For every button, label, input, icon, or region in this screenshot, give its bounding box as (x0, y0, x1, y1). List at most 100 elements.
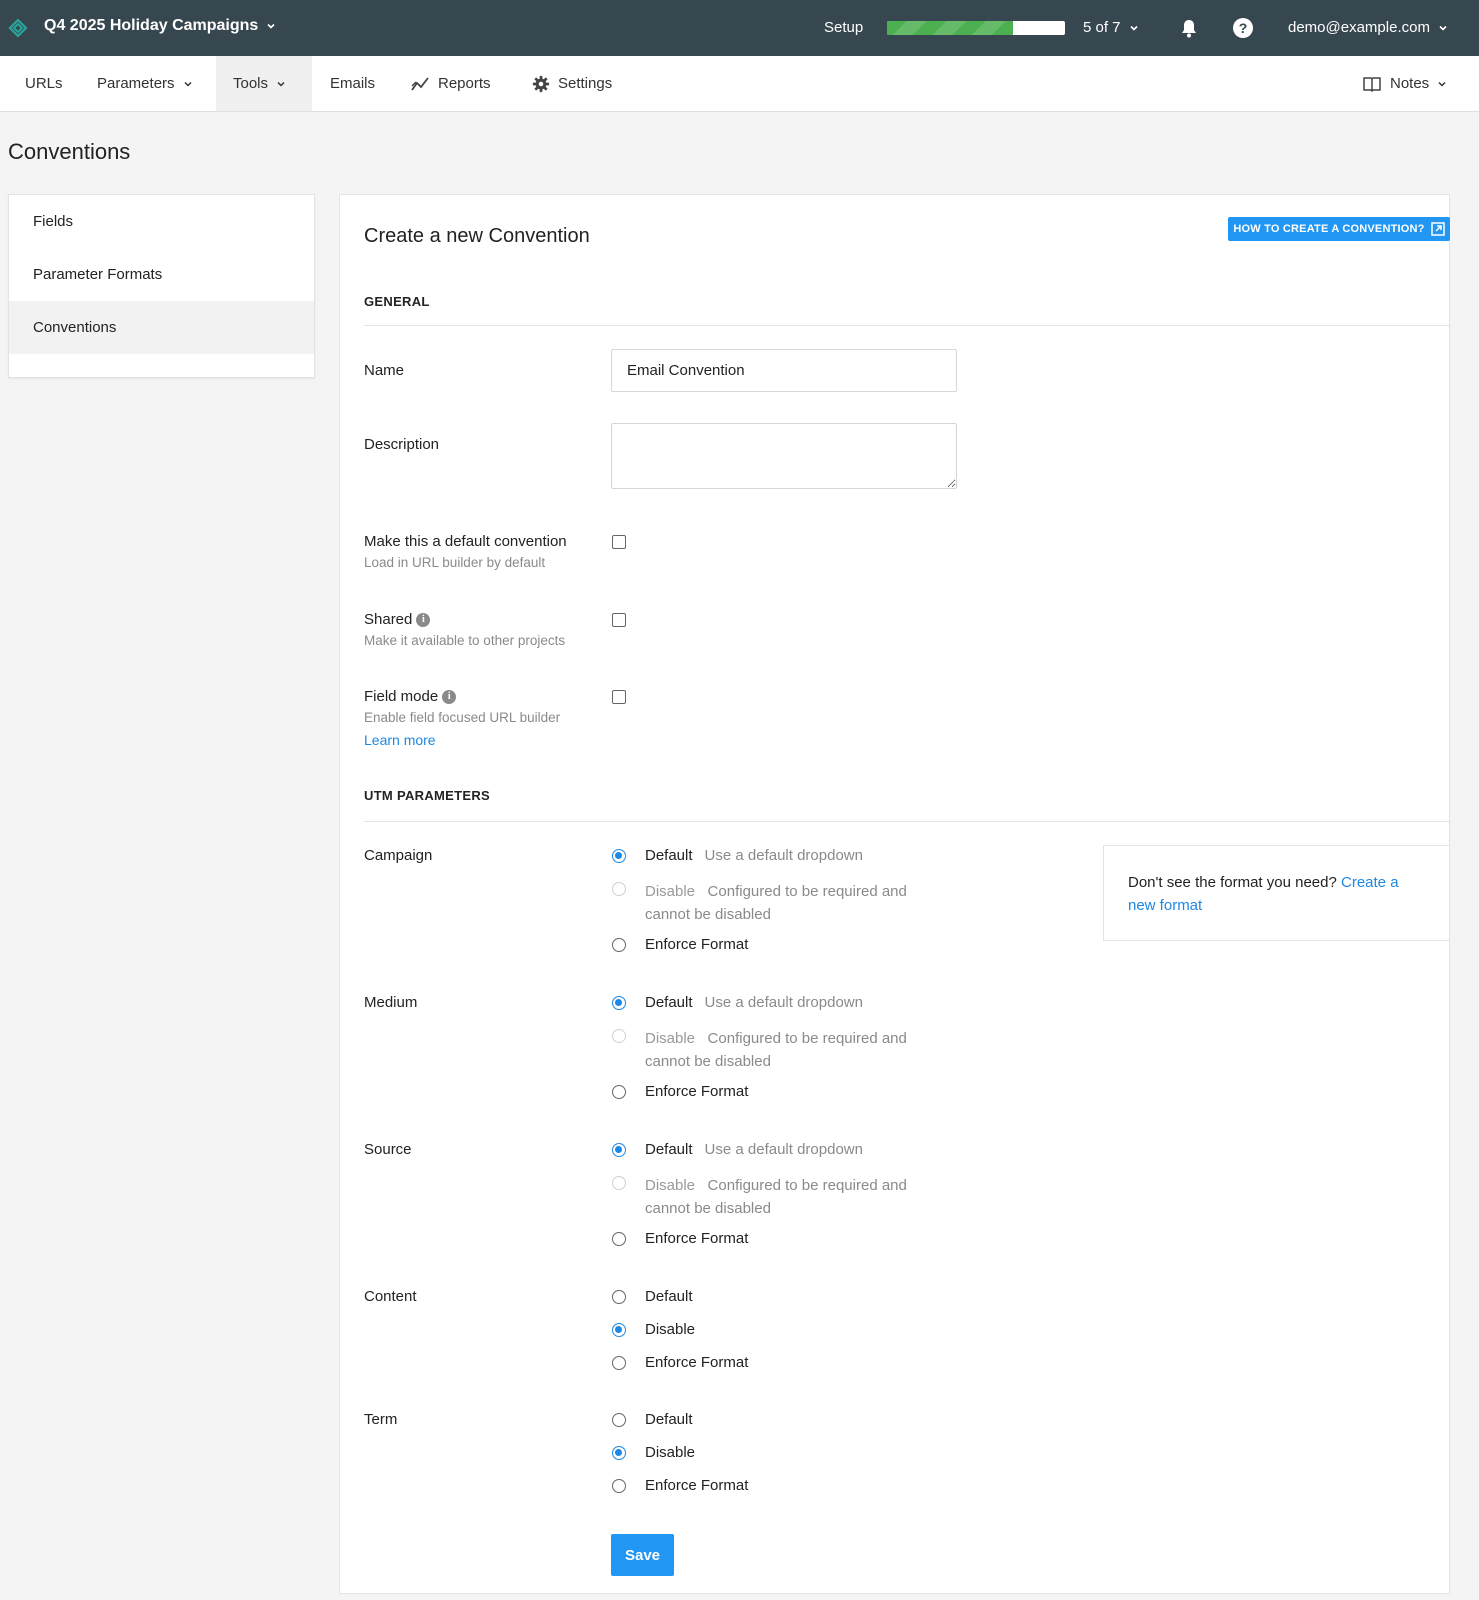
shared-label-row: Shared i (364, 611, 431, 628)
nav-item-urls[interactable]: URLs (8, 56, 80, 111)
utm-term-default-radio[interactable] (612, 1413, 626, 1427)
field-mode-label-row: Field mode i (364, 688, 457, 705)
sidebar-item-label: Parameter Formats (33, 266, 163, 283)
project-name: Q4 2025 Holiday Campaigns (44, 17, 259, 34)
field-mode-sublabel: Enable field focused URL builder (364, 710, 561, 725)
setup-steps-text: 5 of 7 (1083, 19, 1121, 36)
utm-campaign-enforce-radio[interactable] (612, 938, 626, 952)
radio-option-label-row: Default (645, 1411, 693, 1428)
default-convention-sublabel: Load in URL builder by default (364, 555, 546, 570)
option-label: Disable (645, 1030, 696, 1047)
utm-param-label: Source (364, 1141, 412, 1158)
utm-term-enforce-radio[interactable] (612, 1479, 626, 1493)
form-title: Create a new Convention (364, 225, 590, 247)
app-logo-icon[interactable] (8, 18, 28, 38)
utm-campaign-default-radio[interactable] (612, 849, 626, 863)
utm-medium-default-radio[interactable] (612, 996, 626, 1010)
option-hint: Use a default dropdown (704, 1141, 863, 1158)
option-label: Enforce Format (645, 1477, 749, 1494)
utm-param-label: Term (364, 1411, 398, 1428)
create-link-part: new format (1128, 897, 1203, 915)
utm-medium-enforce-radio[interactable] (612, 1085, 626, 1099)
setup-label: Setup (824, 19, 864, 36)
nav-item-parameters[interactable]: Parameters (80, 56, 210, 111)
option-hint: Configured to be required and (707, 883, 907, 900)
shared-sublabel: Make it available to other projects (364, 633, 566, 648)
radio-option-label-row: Enforce Format (645, 1354, 748, 1371)
utm-section-title: UTM PARAMETERS (364, 788, 491, 803)
nav-item-label: Parameters (97, 75, 175, 92)
main-nav: URLs Parameters Tools Emails Reports Set… (0, 56, 1479, 112)
utm-term-disable-radio[interactable] (612, 1446, 626, 1460)
shared-label: Shared (364, 611, 413, 628)
sidebar-item-parameter-formats[interactable]: Parameter Formats (9, 248, 314, 301)
description-textarea[interactable] (611, 423, 957, 489)
default-convention-checkbox[interactable] (612, 535, 626, 549)
chevron-down-icon (1439, 25, 1447, 31)
option-label: Disable (645, 1177, 696, 1194)
nav-item-label: Settings (558, 75, 613, 92)
how-to-create-convention-button[interactable]: HOW TO CREATE A CONVENTION? (1228, 217, 1450, 241)
nav-item-tools[interactable]: Tools (216, 56, 312, 111)
radio-option-label-row: Disable Configured to be required and ca… (645, 1174, 945, 1220)
notes-menu[interactable]: Notes (1345, 56, 1464, 111)
project-selector[interactable]: Q4 2025 Holiday Campaigns (44, 17, 276, 35)
field-mode-checkbox[interactable] (612, 690, 626, 704)
utm-source-disable-radio (612, 1176, 626, 1190)
utm-content-disable-radio[interactable] (612, 1323, 626, 1337)
create-link-part: Create a (1341, 874, 1399, 891)
option-hint: Configured to be required and (707, 1177, 907, 1194)
option-label: Disable (645, 1321, 696, 1338)
setup-progress-bar[interactable] (887, 21, 1065, 35)
shared-checkbox[interactable] (612, 613, 626, 627)
option-label: Default (645, 1141, 693, 1158)
utm-content-enforce-radio[interactable] (612, 1356, 626, 1370)
setup-steps-dropdown[interactable]: 5 of 7 (1083, 19, 1139, 36)
option-label: Default (645, 847, 693, 864)
learn-more-link[interactable]: Learn more (364, 732, 436, 748)
radio-option-label-row: Disable (645, 1321, 695, 1338)
utm-source-enforce-radio[interactable] (612, 1232, 626, 1246)
nav-item-label: Emails (330, 75, 376, 92)
setup-progress-fill (887, 21, 1014, 35)
chevron-down-icon (267, 23, 275, 29)
option-label: Enforce Format (645, 936, 749, 953)
sidebar: Fields Parameter Formats Conventions (8, 194, 315, 378)
utm-source-default-radio[interactable] (612, 1143, 626, 1157)
nav-item-reports[interactable]: Reports (393, 56, 508, 111)
chevron-down-icon (1129, 25, 1138, 31)
bell-icon[interactable] (1178, 17, 1200, 39)
option-label: Enforce Format (645, 1230, 749, 1247)
save-button[interactable]: Save (611, 1534, 674, 1576)
top-bar: Q4 2025 Holiday Campaigns Setup 5 of 7 ?… (0, 0, 1479, 56)
option-hint: cannot be disabled (645, 1200, 771, 1217)
utm-medium-disable-radio (612, 1029, 626, 1043)
option-label: Disable (645, 1444, 696, 1461)
radio-option-label-row: Enforce Format (645, 1477, 748, 1494)
name-input[interactable] (611, 349, 957, 392)
external-link-icon (1430, 222, 1445, 236)
utm-param-label: Medium (364, 994, 418, 1011)
option-hint: Configured to be required and (707, 1030, 907, 1047)
option-label: Default (645, 1288, 693, 1305)
format-tip-box: Don't see the format you need? Create a n… (1103, 845, 1450, 941)
sidebar-item-fields[interactable]: Fields (9, 195, 314, 248)
sidebar-item-label: Fields (33, 213, 74, 230)
info-icon[interactable]: i (442, 690, 457, 705)
nav-item-emails[interactable]: Emails (313, 56, 392, 111)
help-button-label: HOW TO CREATE A CONVENTION? (1233, 223, 1425, 235)
nav-item-label: Reports (438, 75, 491, 92)
info-icon[interactable]: i (416, 613, 431, 628)
utm-content-default-radio[interactable] (612, 1290, 626, 1304)
nav-item-settings[interactable]: Settings (515, 56, 629, 111)
chevron-down-icon (277, 81, 285, 87)
convention-form-panel: Create a new Convention HOW TO CREATE A … (339, 194, 1451, 1594)
user-email: demo@example.com (1288, 19, 1430, 36)
option-label: Default (645, 994, 693, 1011)
divider (364, 325, 1451, 326)
book-icon (1363, 76, 1381, 92)
option-label: Disable (645, 883, 696, 900)
user-menu[interactable]: demo@example.com (1288, 19, 1448, 36)
help-icon[interactable]: ? (1233, 18, 1253, 38)
sidebar-item-conventions[interactable]: Conventions (9, 301, 314, 354)
